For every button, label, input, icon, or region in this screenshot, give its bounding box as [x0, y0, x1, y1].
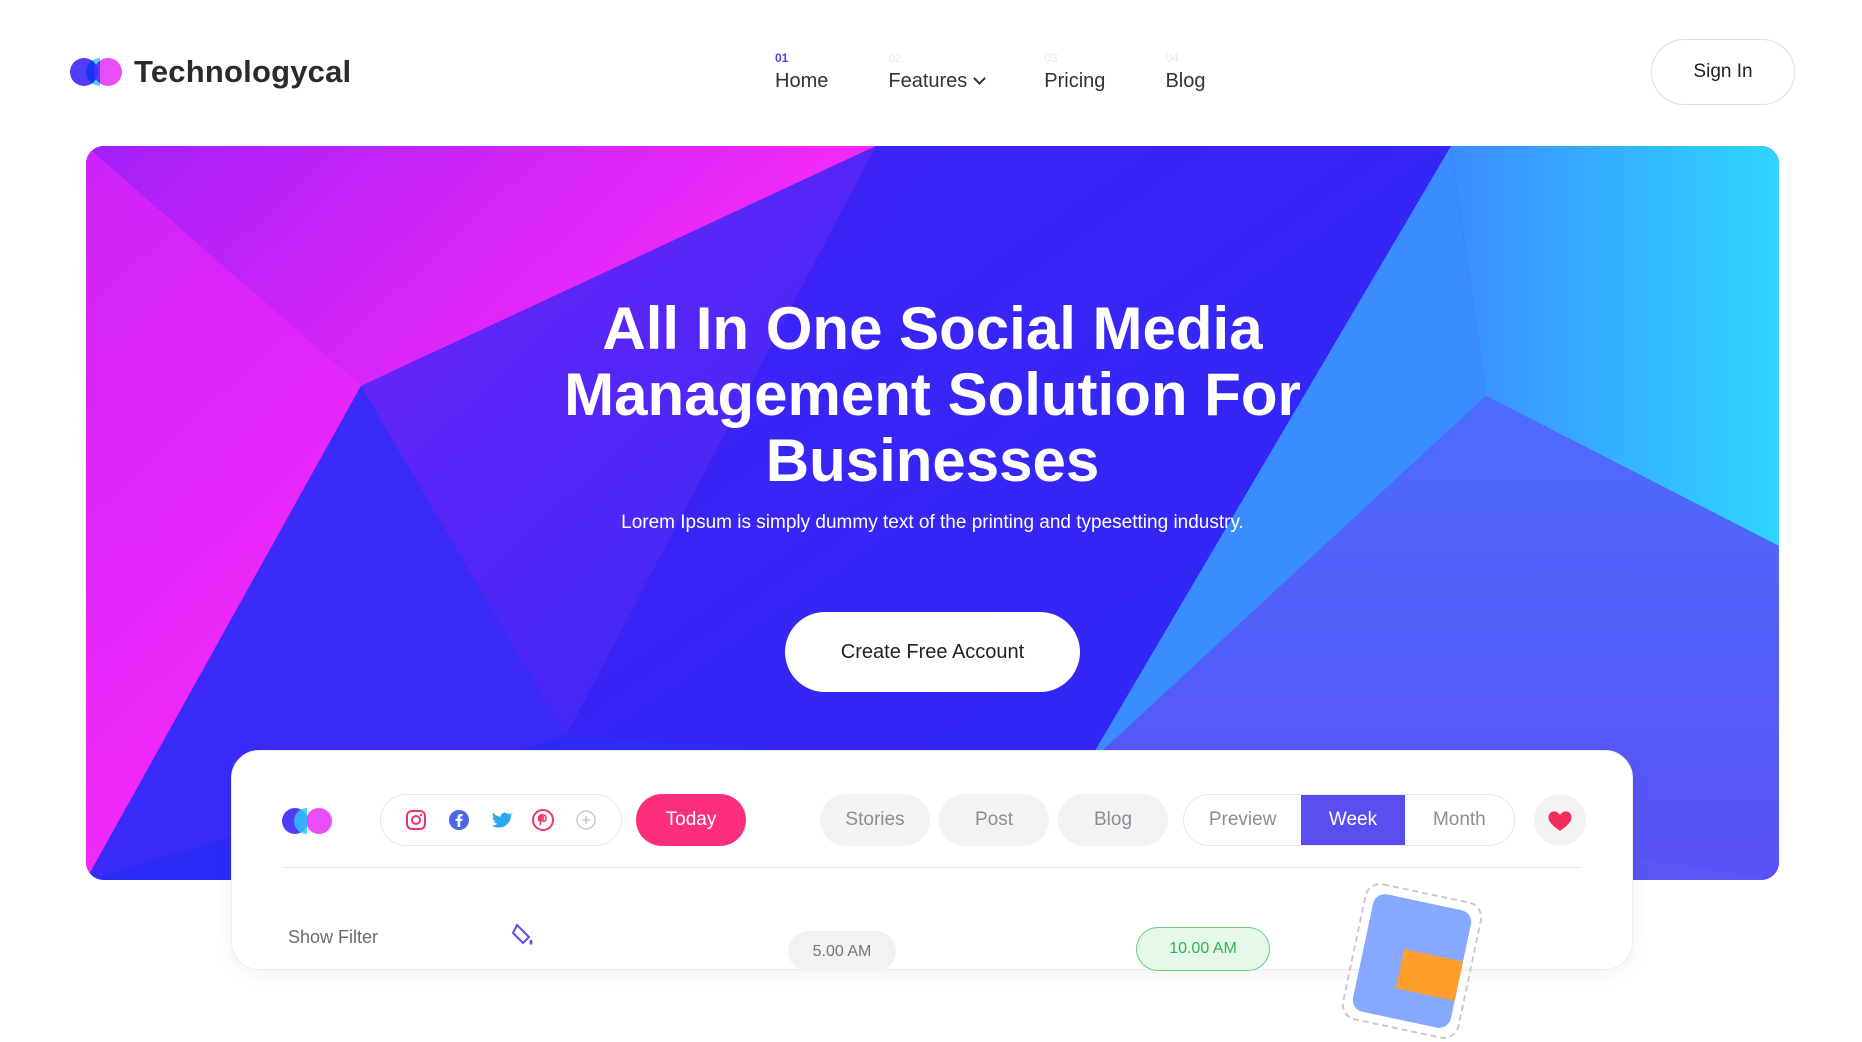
- brand-name: Technologycal: [134, 54, 352, 89]
- social-network-selector: [380, 794, 622, 846]
- view-month-button[interactable]: Month: [1405, 795, 1514, 845]
- divider: [284, 867, 1582, 868]
- chevron-down-icon: [973, 72, 987, 85]
- paint-bucket-icon[interactable]: [509, 919, 539, 949]
- nav-label: Home: [775, 70, 829, 92]
- nav-item-home[interactable]: 01 Home: [775, 50, 828, 93]
- nav-label: Blog: [1165, 70, 1206, 92]
- pinterest-icon[interactable]: [530, 807, 556, 833]
- facebook-icon[interactable]: [446, 807, 472, 833]
- create-account-button[interactable]: Create Free Account: [785, 612, 1080, 692]
- logo-mark-icon: [282, 808, 336, 834]
- hero-title-line: Businesses: [765, 427, 1100, 494]
- view-week-button[interactable]: Week: [1301, 795, 1405, 845]
- brand-logo[interactable]: Technologycal: [70, 54, 351, 90]
- tab-stories[interactable]: Stories: [820, 794, 930, 846]
- add-icon[interactable]: [573, 807, 599, 833]
- scheduled-post-thumbnail[interactable]: [1338, 880, 1486, 1042]
- view-preview-button[interactable]: Preview: [1184, 795, 1301, 845]
- time-slot[interactable]: 5.00 AM: [788, 931, 896, 971]
- today-button[interactable]: Today: [636, 794, 746, 846]
- nav-number: 02: [888, 51, 902, 65]
- nav-item-blog[interactable]: 04 Blog: [1165, 50, 1205, 93]
- hero-subtitle: Lorem Ipsum is simply dummy text of the …: [621, 512, 1244, 533]
- tab-post[interactable]: Post: [939, 794, 1049, 846]
- nav-label: Pricing: [1044, 70, 1106, 92]
- tab-blog[interactable]: Blog: [1058, 794, 1168, 846]
- nav-number: 03: [1044, 51, 1058, 65]
- time-slot-active[interactable]: 10.00 AM: [1136, 927, 1270, 971]
- main-nav: 01 Home 02 Features 03 Pricing 04 Blog: [775, 50, 1205, 93]
- twitter-icon[interactable]: [488, 807, 514, 833]
- show-filter-label[interactable]: Show Filter: [288, 927, 378, 948]
- logo-mark-icon: [70, 58, 124, 86]
- site-header: Technologycal 01 Home 02 Features 03 Pri…: [0, 0, 1862, 146]
- instagram-icon[interactable]: [403, 807, 429, 833]
- favorite-button[interactable]: [1534, 794, 1586, 846]
- view-mode-switch: Preview Week Month: [1183, 794, 1515, 846]
- nav-item-features[interactable]: 02 Features: [888, 50, 987, 93]
- hero-title-line: All In One Social Media: [602, 295, 1263, 362]
- hero-title: All In One Social Media Management Solut…: [86, 296, 1779, 494]
- nav-number: 04: [1165, 51, 1179, 65]
- sign-in-button[interactable]: Sign In: [1651, 39, 1795, 105]
- hero-title-line: Management Solution For: [564, 361, 1301, 428]
- heart-icon: [1548, 811, 1572, 831]
- nav-number: 01: [775, 51, 789, 65]
- nav-label: Features: [888, 70, 968, 92]
- nav-item-pricing[interactable]: 03 Pricing: [1044, 50, 1105, 93]
- dashboard-preview-card: Today Stories Post Blog Preview Week Mon…: [231, 750, 1633, 1042]
